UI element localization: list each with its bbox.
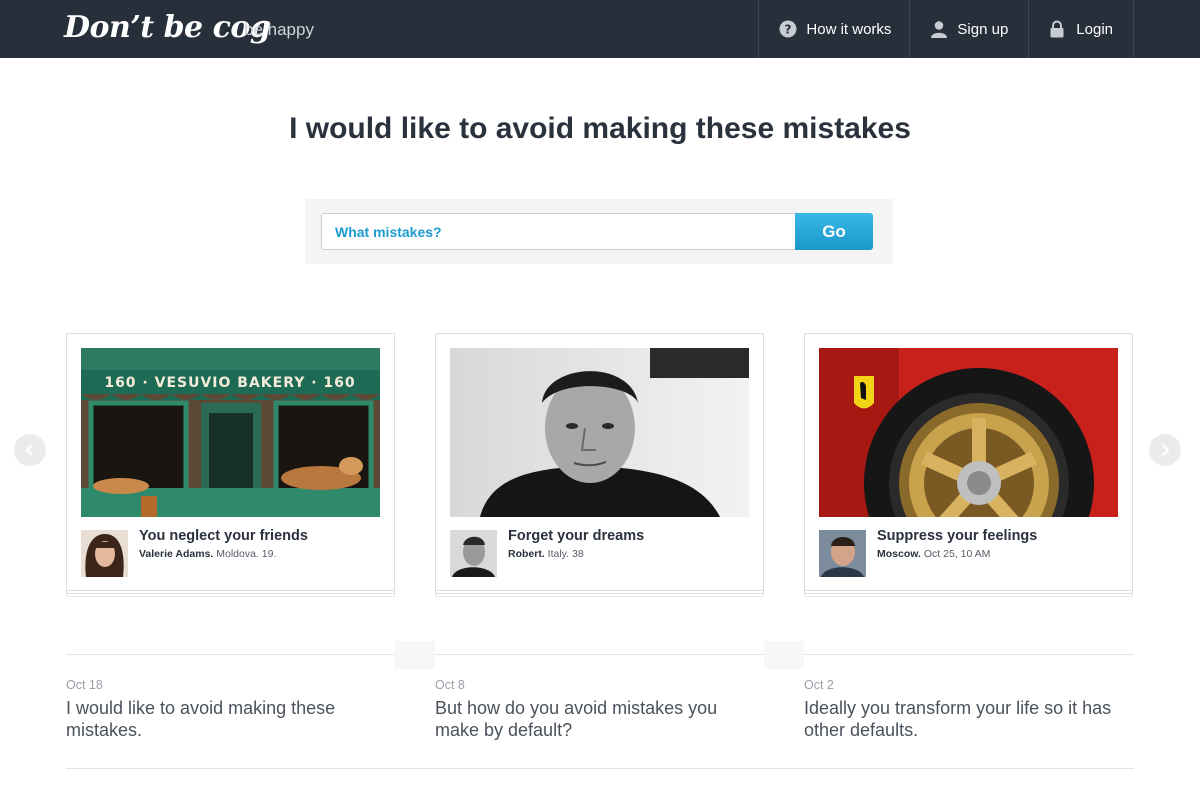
card-details: Moldova. 19. [213, 548, 277, 560]
timeline-post[interactable]: Oct 8 But how do you avoid mistakes you … [435, 678, 745, 741]
card-meta: Robert. Italy. 38 [508, 548, 584, 560]
search-panel: Go [305, 199, 893, 264]
bottom-divider [66, 768, 1134, 769]
card-avatar [819, 530, 866, 577]
nav-login-label: Login [1076, 20, 1113, 38]
nav-sign-up[interactable]: Sign up [910, 0, 1030, 58]
timeline-post[interactable]: Oct 18 I would like to avoid making thes… [66, 678, 376, 741]
mistake-card[interactable]: Forget your dreams Robert. Italy. 38 [435, 333, 764, 591]
card-meta: Moscow. Oct 25, 10 AM [877, 548, 990, 560]
timeline-notch [395, 641, 435, 669]
user-icon [930, 20, 948, 38]
tagline: be happy [244, 20, 314, 39]
card-meta: Valerie Adams. Moldova. 19. [139, 548, 276, 560]
card-avatar [81, 530, 128, 577]
card-photo-portrait [450, 348, 749, 517]
lock-icon [1049, 20, 1067, 38]
chevron-right-icon [1162, 444, 1170, 456]
timeline-post[interactable]: Oct 2 Ideally you transform your life so… [804, 678, 1114, 741]
card-author: Moscow. [877, 548, 921, 560]
timeline-notch [764, 641, 804, 669]
nav-login[interactable]: Login [1029, 0, 1134, 58]
card-author: Robert. [508, 548, 545, 560]
carousel-prev-button[interactable] [14, 434, 46, 466]
card-photo-car-wheel [819, 348, 1118, 517]
card-author: Valerie Adams. [139, 548, 214, 560]
post-text[interactable]: Ideally you transform your life so it ha… [804, 697, 1114, 741]
carousel-next-button[interactable] [1149, 434, 1181, 466]
card-title[interactable]: You neglect your friends [139, 528, 308, 544]
card-details: Italy. 38 [544, 548, 584, 560]
go-button[interactable]: Go [795, 213, 873, 250]
timeline-divider [66, 654, 1134, 655]
card-details: Oct 25, 10 AM [920, 548, 991, 560]
nav-sign-up-label: Sign up [957, 20, 1009, 38]
svg-text:?: ? [785, 23, 792, 37]
post-date: Oct 2 [804, 678, 834, 692]
page-title: I would like to avoid making these mista… [289, 112, 911, 145]
post-date: Oct 18 [66, 678, 103, 692]
post-date: Oct 8 [435, 678, 465, 692]
mistake-card[interactable]: 160 · VESUVIO BAKERY · 160 You neglect y… [66, 333, 395, 591]
card-photo-bakery: 160 · VESUVIO BAKERY · 160 [81, 348, 380, 517]
nav-how-it-works-label: How it works [806, 20, 892, 38]
nav-menu: ? How it works Sign up Login [758, 0, 1134, 58]
logo[interactable]: Don’t be cog [64, 10, 271, 45]
bakery-sign-text: 160 · VESUVIO BAKERY · 160 [104, 375, 355, 391]
chevron-left-icon [25, 444, 33, 456]
search-input[interactable] [321, 213, 797, 250]
nav-how-it-works[interactable]: ? How it works [759, 0, 911, 58]
card-title[interactable]: Forget your dreams [508, 528, 644, 544]
top-navbar: Don’t be cog be happy ? How it works Sig… [0, 0, 1200, 58]
question-icon: ? [779, 20, 797, 38]
post-text[interactable]: I would like to avoid making these mista… [66, 697, 376, 741]
post-text[interactable]: But how do you avoid mistakes you make b… [435, 697, 745, 741]
card-title[interactable]: Suppress your feelings [877, 528, 1037, 544]
card-avatar [450, 530, 497, 577]
mistake-card[interactable]: Suppress your feelings Moscow. Oct 25, 1… [804, 333, 1133, 591]
